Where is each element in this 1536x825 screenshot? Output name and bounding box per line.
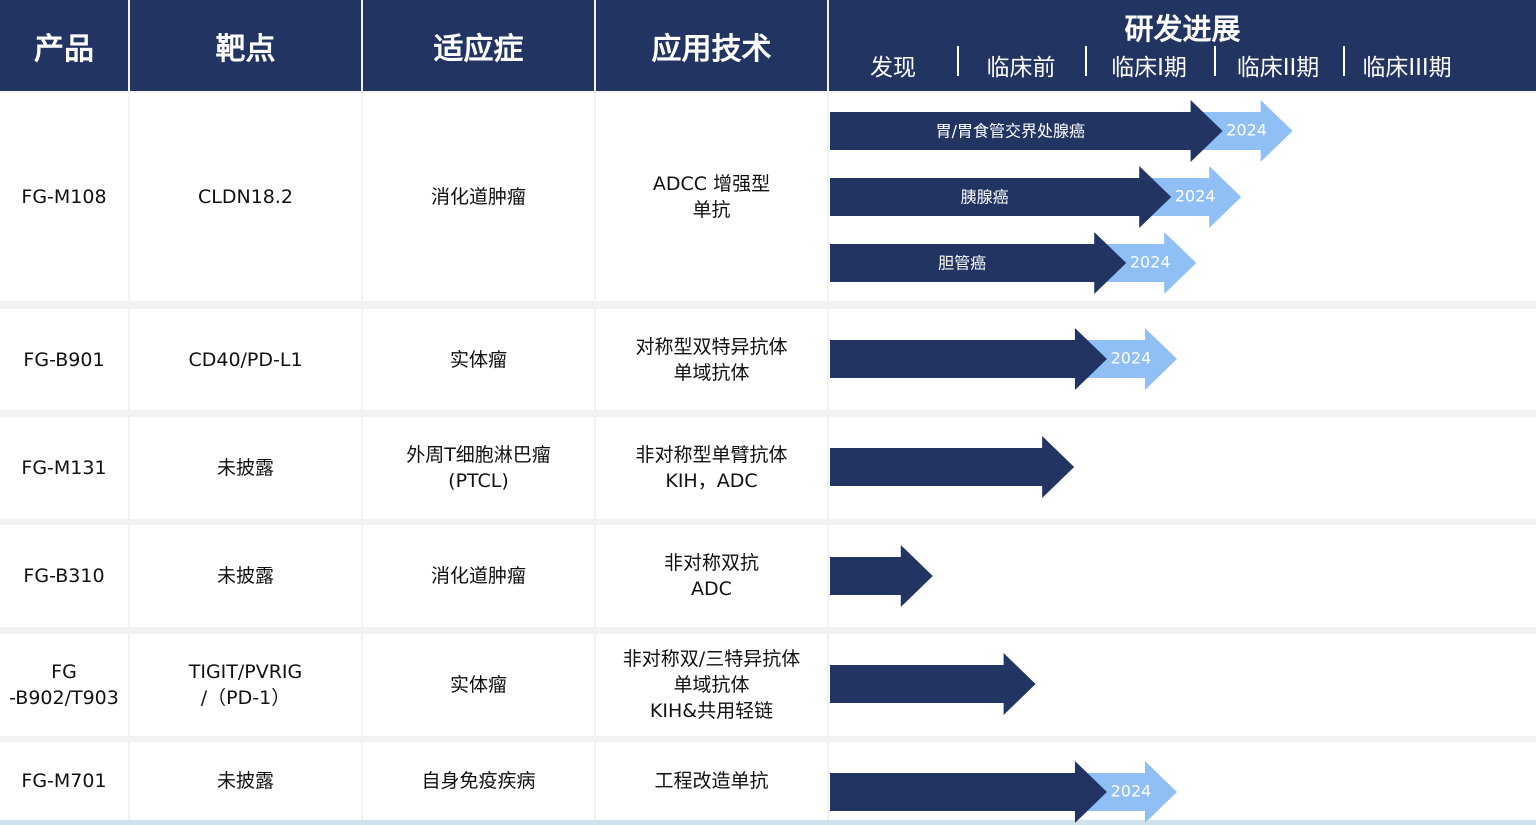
year-label: 2024 [1111, 349, 1152, 368]
year-label: 2024 [1130, 253, 1171, 272]
progress-bar-arrow [830, 653, 1036, 715]
year-label: 2024 [1226, 121, 1267, 140]
progress-bar-arrow [830, 761, 1107, 823]
year-label: 2024 [1111, 782, 1152, 801]
progress-bar-arrow [830, 436, 1075, 498]
indication-bar-label: 胰腺癌 [961, 188, 1009, 207]
progress-bar-arrow [830, 545, 933, 607]
indication-bar-label: 胃/胃食管交界处腺癌 [936, 122, 1085, 141]
progress-arrows: 胃/胃食管交界处腺癌 2024 胰腺癌 2024 胆管癌 2024 2024 2024 [830, 100, 1293, 823]
year-label: 2024 [1175, 187, 1216, 206]
progress-bar-arrow [830, 328, 1107, 390]
indication-bar-label: 胆管癌 [938, 254, 986, 273]
